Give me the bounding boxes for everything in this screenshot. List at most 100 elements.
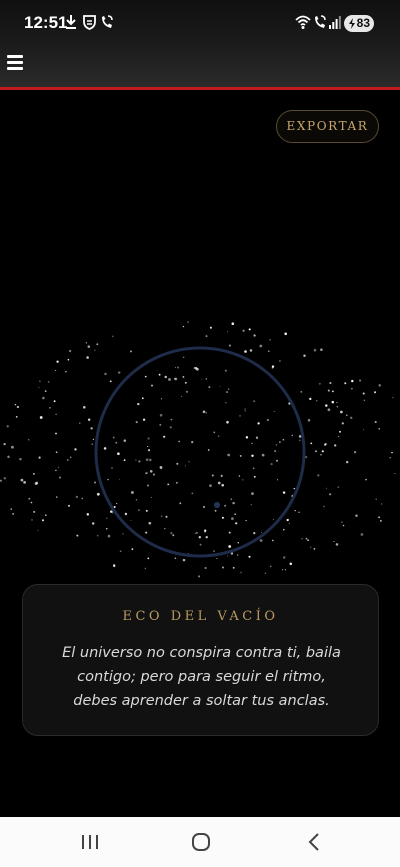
star — [45, 514, 47, 516]
star — [184, 381, 187, 384]
signal-icon — [329, 16, 341, 29]
star — [135, 459, 137, 461]
star — [28, 497, 31, 500]
star — [303, 354, 306, 357]
star — [266, 418, 270, 422]
star — [204, 566, 207, 570]
star — [201, 378, 203, 380]
star — [242, 329, 245, 332]
star — [179, 502, 182, 505]
star — [226, 391, 228, 393]
star — [55, 413, 57, 416]
star — [44, 390, 47, 392]
star — [310, 442, 313, 445]
star — [237, 542, 240, 544]
star — [248, 555, 251, 558]
star — [150, 384, 154, 387]
star — [16, 405, 20, 409]
star — [135, 499, 138, 501]
star — [240, 571, 242, 574]
star — [41, 519, 45, 522]
star — [228, 344, 231, 347]
star — [184, 465, 187, 467]
star — [147, 484, 149, 487]
star — [259, 344, 263, 348]
star — [273, 410, 275, 412]
star — [275, 459, 279, 462]
star — [145, 509, 148, 512]
star — [337, 486, 340, 489]
star — [23, 481, 26, 484]
star — [282, 556, 286, 559]
star — [123, 439, 127, 442]
star — [38, 456, 41, 459]
star — [12, 513, 14, 515]
star — [109, 380, 112, 383]
star — [341, 521, 343, 523]
star — [170, 418, 173, 421]
star — [169, 426, 173, 429]
download-icon — [66, 15, 76, 29]
back-icon[interactable] — [304, 829, 324, 855]
star — [305, 537, 308, 540]
star — [163, 435, 166, 438]
star — [88, 418, 91, 421]
star — [323, 505, 325, 508]
star — [252, 467, 255, 470]
star — [221, 516, 224, 519]
star — [274, 450, 277, 453]
star — [57, 466, 60, 469]
star — [113, 506, 116, 508]
quote-card: ECO DEL VACÍO El universo no conspira co… — [22, 584, 379, 736]
star — [342, 524, 345, 527]
star — [338, 435, 340, 438]
star — [228, 531, 231, 534]
shield-icon — [83, 15, 96, 30]
star — [138, 460, 141, 463]
recents-icon[interactable] — [80, 829, 100, 855]
home-icon[interactable] — [190, 829, 214, 855]
star — [378, 384, 381, 387]
star — [324, 443, 327, 446]
star — [27, 438, 30, 441]
star — [208, 386, 211, 389]
star — [298, 439, 301, 442]
star — [147, 557, 150, 560]
star — [251, 442, 253, 445]
star — [160, 398, 163, 400]
star — [224, 369, 227, 372]
star — [68, 349, 72, 353]
star — [226, 420, 229, 424]
star — [86, 356, 89, 359]
star — [10, 508, 12, 510]
star — [55, 432, 57, 435]
status-time: 12:51 — [24, 13, 68, 32]
star — [221, 566, 225, 569]
star — [282, 491, 286, 494]
star — [241, 479, 244, 481]
star — [187, 321, 189, 323]
star — [54, 369, 57, 372]
star — [211, 474, 214, 477]
star — [198, 575, 201, 578]
star — [253, 531, 256, 535]
star — [253, 475, 256, 478]
quote-title: ECO DEL VACÍO — [122, 609, 279, 624]
export-button[interactable]: EXPORTAR — [276, 110, 379, 143]
star — [15, 416, 18, 418]
star — [334, 444, 337, 447]
star — [250, 504, 252, 506]
star — [91, 522, 95, 525]
star — [225, 402, 227, 404]
star — [310, 546, 312, 548]
star — [271, 365, 275, 368]
star — [86, 513, 90, 516]
star — [194, 532, 197, 535]
star — [90, 427, 93, 430]
star — [378, 516, 381, 519]
star — [92, 438, 94, 440]
star — [235, 522, 238, 525]
star — [327, 408, 331, 412]
star — [269, 565, 272, 568]
hamburger-icon[interactable] — [7, 52, 23, 74]
